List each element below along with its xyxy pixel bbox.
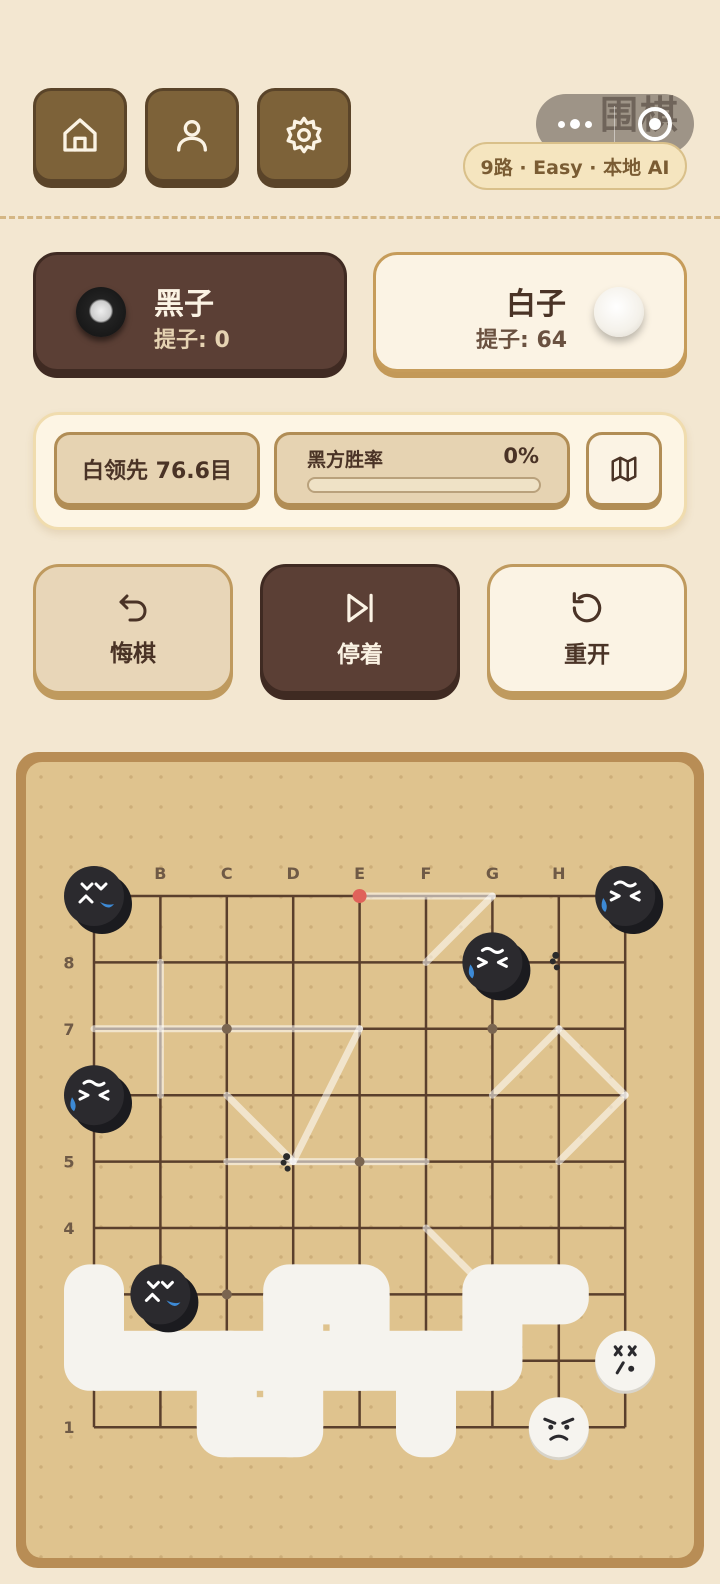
skip-next-icon: [347, 593, 373, 623]
white-captures: 提子: 64: [476, 328, 568, 353]
map-icon: [611, 456, 637, 482]
eye: [564, 1424, 570, 1430]
black-stone-icon: [76, 287, 126, 337]
highlight-line: [555, 1025, 629, 1099]
undo-arrow-icon: [119, 594, 147, 622]
white-territory-join: [263, 1294, 324, 1361]
board-svg[interactable]: B C D E F G H 8 7 5 4 1: [26, 762, 694, 1558]
user-icon: [177, 120, 207, 152]
black-stone: [130, 1264, 191, 1325]
pass-button[interactable]: 停着: [260, 564, 460, 694]
black-stone-A9: [64, 866, 132, 934]
control-panel: 围棋 9路 · Easy · 本地 AI 黑子 提子: 0 白子 提子: 64 …: [0, 0, 720, 738]
row-label: 8: [63, 953, 74, 972]
gear-icon: [286, 116, 322, 154]
restart-label: 重开: [564, 642, 610, 668]
col-label: B: [154, 864, 166, 883]
col-label: H: [552, 864, 565, 883]
highlight-line: [555, 1091, 629, 1166]
more-dots-icon[interactable]: [536, 119, 614, 129]
black-stone: [64, 1065, 124, 1126]
white-stone-H1: [528, 1397, 589, 1461]
star-point: [487, 1023, 498, 1034]
scratch-dot: [283, 1153, 291, 1161]
undo-label: 悔棋: [110, 641, 156, 667]
highlight-line: [223, 1091, 297, 1166]
black-stone: [64, 866, 124, 926]
scratch-dot: [553, 964, 560, 971]
white-stone-J2: [595, 1330, 656, 1394]
white-stone-icon: [594, 287, 644, 337]
row-label: 7: [63, 1020, 74, 1039]
game-mode-badge: 9路 · Easy · 本地 AI: [463, 142, 687, 190]
home-button[interactable]: [33, 88, 127, 182]
black-stone-B3: [130, 1264, 199, 1333]
profile-button[interactable]: [145, 88, 239, 182]
col-label: D: [287, 864, 300, 883]
col-label: C: [221, 864, 233, 883]
star-point: [221, 1023, 232, 1034]
win-rate-bar: [307, 477, 541, 493]
white-territory-join: [396, 1360, 456, 1428]
scratch-dot: [552, 951, 560, 959]
win-rate-label: 黑方胜率: [307, 449, 384, 471]
white-territory-join: [462, 1294, 523, 1361]
white-stone: [528, 1397, 589, 1458]
undo-button[interactable]: 悔棋: [33, 564, 233, 694]
white-player-card: 白子 提子: 64: [373, 252, 687, 372]
white-stone: [595, 1330, 656, 1391]
black-player-name: 黑子: [154, 287, 214, 322]
black-stone-G8: [462, 932, 531, 1001]
territory-map-button[interactable]: [586, 432, 662, 506]
black-stone: [462, 932, 523, 993]
game-status-panel: 白领先 76.6目 黑方胜率 0%: [33, 412, 687, 530]
settings-button[interactable]: [257, 88, 351, 182]
black-stone-A6: [64, 1065, 132, 1134]
go-board[interactable]: B C D E F G H 8 7 5 4 1: [26, 762, 694, 1558]
home-icon: [63, 118, 97, 152]
black-stone-J9: [595, 866, 664, 934]
scratch-dot: [284, 1165, 291, 1172]
black-player-card: 黑子 提子: 0: [33, 252, 347, 372]
highlight-line: [488, 1025, 563, 1099]
go-board-frame: B C D E F G H 8 7 5 4 1: [16, 752, 704, 1568]
row-label: 4: [63, 1219, 74, 1238]
white-player-name: 白子: [506, 287, 566, 322]
restart-button[interactable]: 重开: [487, 564, 687, 694]
white-territory-join: [94, 1330, 161, 1391]
eye: [548, 1424, 554, 1430]
col-label: E: [354, 864, 365, 883]
star-point: [354, 1156, 365, 1167]
score-lead: 白领先 76.6目: [54, 432, 260, 506]
white-territory-join: [329, 1294, 390, 1361]
black-captures: 提子: 0: [154, 328, 230, 353]
win-rate-value: 0%: [503, 444, 539, 468]
scratch-dot: [280, 1159, 287, 1166]
cheek: [628, 1365, 635, 1372]
row-label: 1: [63, 1418, 74, 1437]
col-label: F: [421, 864, 432, 883]
col-label: G: [486, 864, 499, 883]
row-label: 5: [63, 1153, 74, 1172]
divider: [0, 216, 720, 219]
pass-label: 停着: [337, 642, 383, 668]
win-rate-box: 黑方胜率 0%: [274, 432, 570, 506]
restart-icon: [572, 592, 602, 623]
white-territory-join: [226, 1397, 294, 1458]
target-circle-icon[interactable]: [615, 107, 694, 141]
scratch-dot: [549, 958, 556, 965]
star-point: [221, 1289, 232, 1300]
last-move-marker: [352, 889, 367, 903]
black-stone: [595, 866, 656, 926]
